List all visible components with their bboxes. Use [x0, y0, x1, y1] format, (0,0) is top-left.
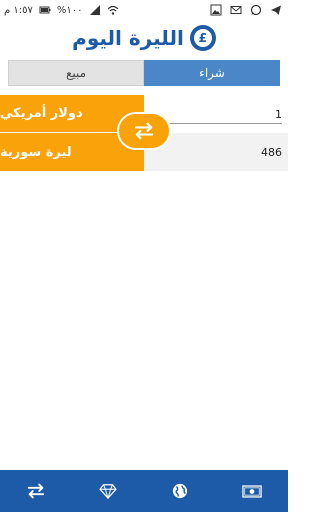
- nav-currencies[interactable]: [216, 470, 288, 512]
- battery-level: %١٠٠: [56, 4, 83, 16]
- swap-icon: [134, 122, 154, 140]
- status-right: [210, 4, 282, 16]
- status-bar: ١:٥٧ م %١٠٠: [0, 0, 288, 22]
- pound-coin-icon: £: [189, 25, 216, 51]
- status-left: ١:٥٧ م %١٠٠: [4, 4, 119, 16]
- app-title: الليرة اليوم: [72, 26, 184, 50]
- swap-icon: [27, 483, 45, 499]
- tab-sell[interactable]: مبيع: [8, 60, 144, 86]
- app-logo: الليرة اليوم £: [0, 22, 288, 54]
- diamond-icon: [99, 484, 117, 499]
- nav-converter[interactable]: [0, 470, 72, 512]
- swap-currency-button[interactable]: [117, 112, 171, 150]
- input-underline: [170, 123, 282, 124]
- pound-symbol: £: [193, 29, 212, 47]
- money-icon: [242, 484, 262, 498]
- whatsapp-icon: [250, 4, 262, 16]
- bottom-nav: [0, 470, 288, 512]
- mail-icon: [230, 6, 242, 14]
- nav-world[interactable]: [144, 470, 216, 512]
- wifi-icon: [107, 5, 118, 15]
- status-time: ١:٥٧ م: [4, 4, 33, 16]
- tab-buy[interactable]: شراء: [144, 60, 280, 86]
- battery-icon: [39, 6, 51, 14]
- signal-icon: [89, 5, 100, 15]
- app-header: الليرة اليوم £: [0, 22, 288, 54]
- nav-gold[interactable]: [72, 470, 144, 512]
- telegram-icon: [271, 5, 281, 15]
- image-icon: [210, 4, 222, 16]
- globe-icon: [172, 483, 188, 499]
- buy-sell-tabs: مبيع شراء: [8, 60, 280, 86]
